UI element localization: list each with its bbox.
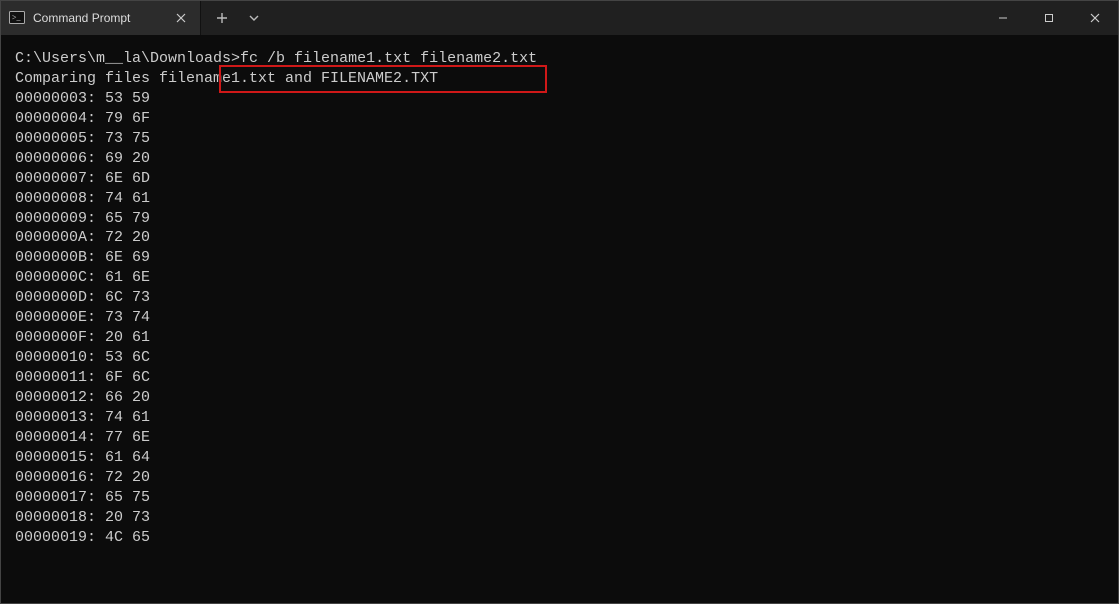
titlebar: >_ Command Prompt [1,1,1118,35]
tab-title: Command Prompt [33,11,130,25]
window-controls [980,1,1118,35]
comparing-line: Comparing files filename1.txt and FILENA… [15,70,438,87]
command-text: fc /b filename1.txt filename2.txt [240,50,537,67]
new-tab-button[interactable] [207,3,237,33]
maximize-button[interactable] [1026,1,1072,35]
tab-dropdown-button[interactable] [239,3,269,33]
svg-text:>_: >_ [12,13,22,22]
minimize-button[interactable] [980,1,1026,35]
window: >_ Command Prompt [0,0,1119,604]
cmd-icon: >_ [9,10,25,26]
diff-rows: 00000003: 53 59 00000004: 79 6F 00000005… [15,90,150,546]
close-window-button[interactable] [1072,1,1118,35]
terminal-output[interactable]: C:\Users\m__la\Downloads>fc /b filename1… [1,35,1118,603]
prompt-text: C:\Users\m__la\Downloads> [15,50,240,67]
tab-close-button[interactable] [172,9,190,27]
tabstrip-controls [201,1,269,35]
tab-command-prompt[interactable]: >_ Command Prompt [1,1,201,35]
